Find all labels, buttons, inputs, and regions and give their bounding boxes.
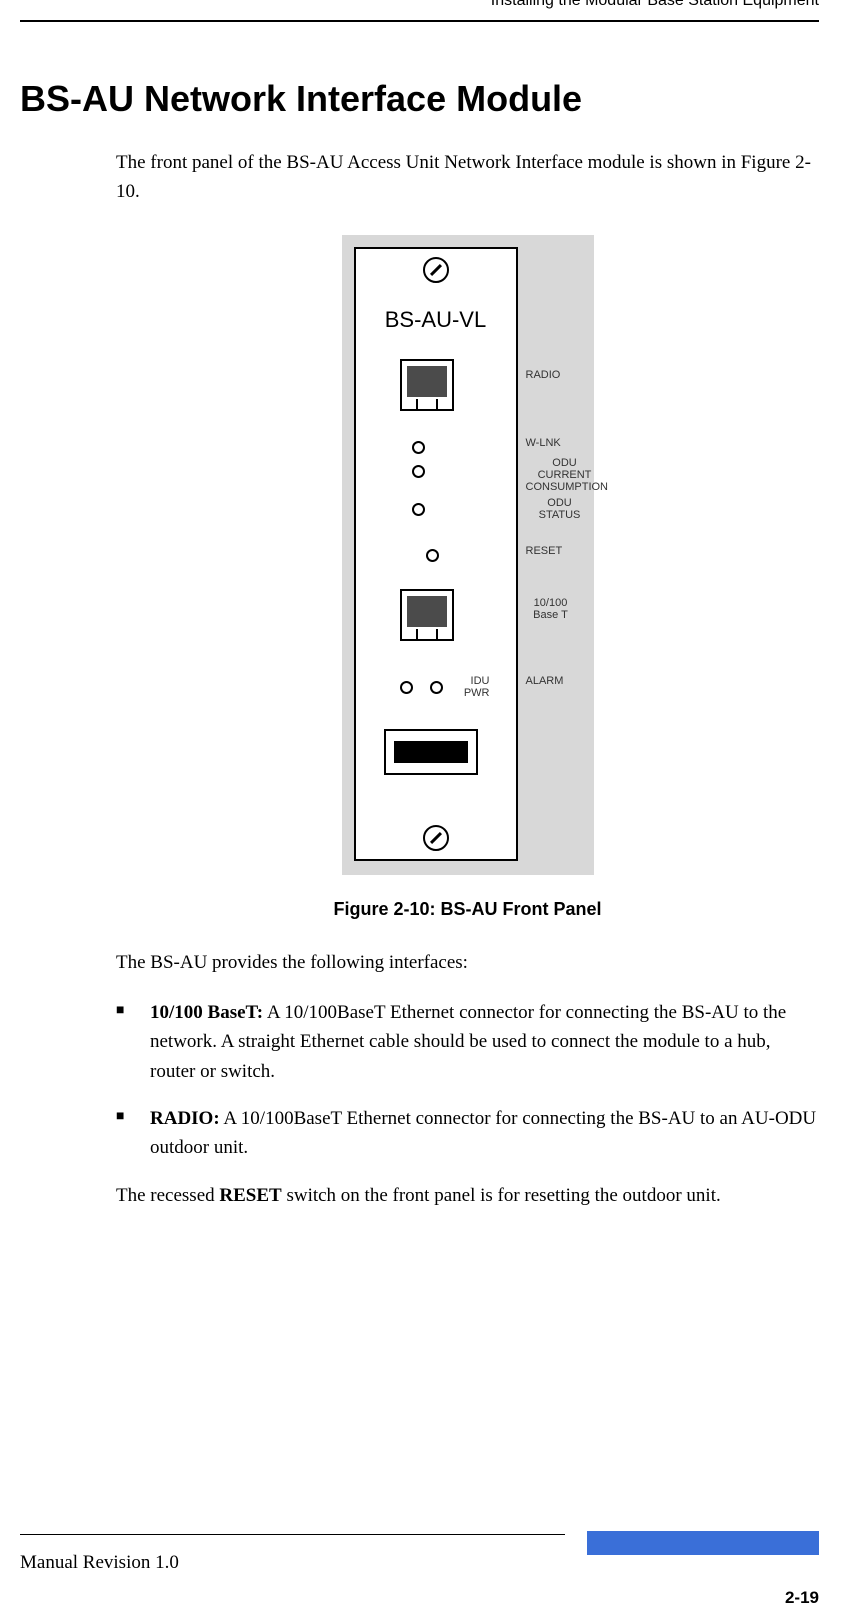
intro-paragraph: The front panel of the BS-AU Access Unit…	[116, 148, 819, 207]
panel-model-label: BS-AU-VL	[356, 303, 516, 337]
wlnk-led-icon	[412, 441, 425, 454]
footer-rule	[20, 1534, 565, 1535]
reset-label: RESET	[526, 545, 563, 557]
baset-label: 10/100 Base T	[526, 597, 576, 621]
baset-port-icon	[400, 589, 454, 641]
odu-status-led-icon	[412, 503, 425, 516]
reset-paragraph: The recessed RESET switch on the front p…	[116, 1181, 819, 1210]
bullet-text: A 10/100BaseT Ethernet connector for con…	[150, 1108, 816, 1158]
interfaces-list: 10/100 BaseT: A 10/100BaseT Ethernet con…	[116, 998, 819, 1163]
wlnk-label: W-LNK	[526, 437, 561, 449]
bullet-label: RADIO:	[150, 1108, 220, 1129]
bullet-label: 10/100 BaseT:	[150, 1002, 263, 1023]
list-item: RADIO: A 10/100BaseT Ethernet connector …	[116, 1104, 819, 1163]
running-header: Installing the Modular Base Station Equi…	[20, 0, 819, 10]
idu-pwr-led-icon	[400, 681, 413, 694]
figure-caption: Figure 2-10: BS-AU Front Panel	[116, 896, 819, 924]
figure: BS-AU-VL RADIO	[116, 235, 819, 884]
odu-status-label: ODU STATUS	[526, 497, 594, 521]
list-item: 10/100 BaseT: A 10/100BaseT Ethernet con…	[116, 998, 819, 1086]
footer: Manual Revision 1.0 2-19	[20, 1534, 819, 1574]
odu-current-led-icon	[412, 465, 425, 478]
odu-current-label: ODU CURRENT CONSUMPTION	[526, 457, 604, 493]
screw-icon	[423, 257, 449, 283]
reset-post: switch on the front panel is for resetti…	[282, 1185, 721, 1206]
idu-pwr-label: IDU PWR	[460, 675, 490, 699]
alarm-label: ALARM	[526, 675, 564, 687]
header-rule	[20, 20, 819, 22]
reset-bold: RESET	[219, 1185, 281, 1206]
alarm-led-icon	[430, 681, 443, 694]
interfaces-lead: The BS-AU provides the following interfa…	[116, 948, 819, 977]
page-number: 2-19	[785, 1588, 819, 1608]
footer-accent-bar	[587, 1531, 819, 1555]
radio-label: RADIO	[526, 369, 561, 381]
connector-slot-icon	[384, 729, 478, 775]
manual-revision: Manual Revision 1.0	[20, 1552, 819, 1574]
reset-pre: The recessed	[116, 1185, 219, 1206]
screw-icon	[423, 825, 449, 851]
panel-illustration: BS-AU-VL RADIO	[342, 235, 594, 875]
page-title: BS-AU Network Interface Module	[20, 78, 819, 120]
radio-port-icon	[400, 359, 454, 411]
reset-button-icon	[426, 549, 439, 562]
